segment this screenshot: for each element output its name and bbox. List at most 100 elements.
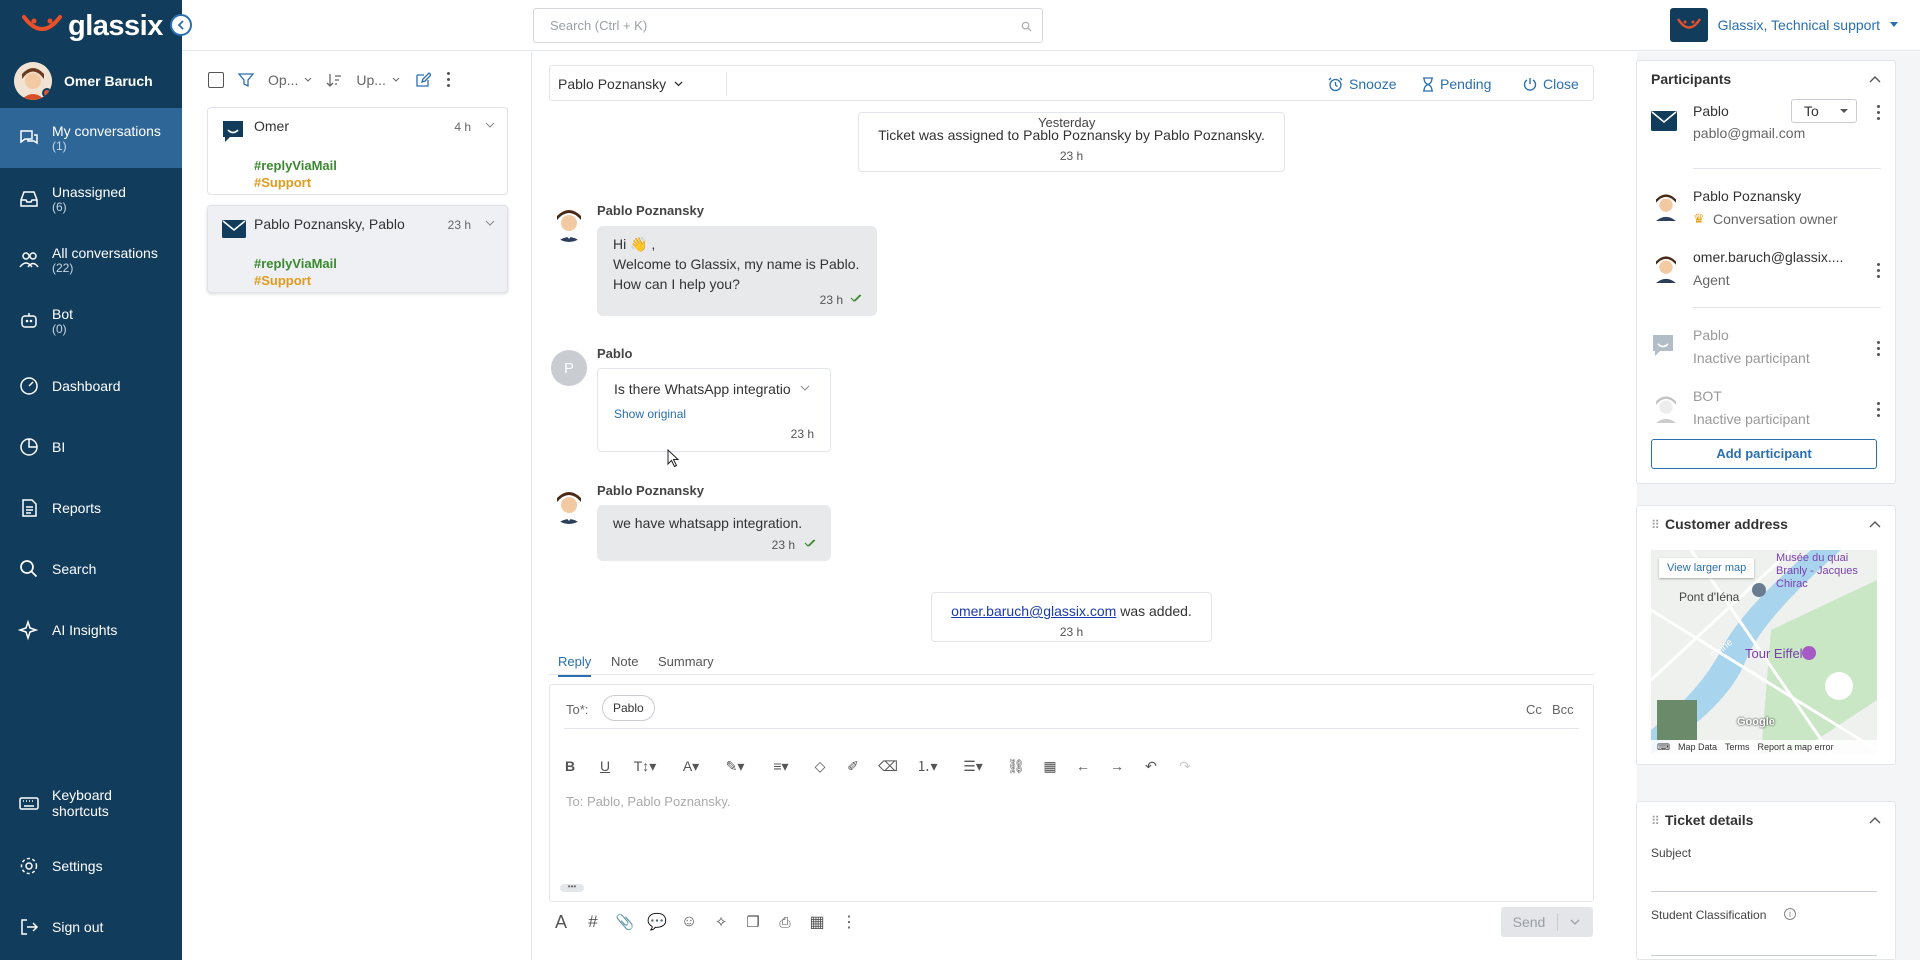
align-icon[interactable]: ≡▾ [766,756,796,776]
show-original-link[interactable]: Show original [614,407,686,421]
current-user[interactable]: Omer Baruch [14,62,153,100]
hashtag-icon[interactable]: # [583,912,603,932]
tag-support[interactable]: #Support [254,273,311,288]
reply-editor[interactable]: To*: Pablo Cc Bcc To: Pablo, Pablo Pozna… [549,684,1594,902]
recipient-chip[interactable]: Pablo [602,695,655,721]
sidebar-item-my-conversations[interactable]: My conversations (1) [0,108,182,168]
glassix-logo-icon [1676,18,1701,29]
more-options-icon[interactable] [1877,341,1881,357]
conversation-card-pablo[interactable]: Pablo Poznansky, Pablo 23 h #replyViaMai… [207,205,508,293]
select-all-checkbox[interactable] [208,72,224,88]
customer-map[interactable]: View larger map Musée du quai Branly - J… [1651,550,1877,754]
fill-color-icon[interactable]: ◇ [810,756,830,776]
text-format-icon[interactable]: A [551,912,571,932]
sort-select[interactable]: Up... [356,72,400,88]
collapse-sidebar-button[interactable] [170,14,192,36]
font-size-icon[interactable]: T↕▾ [630,756,660,776]
more-options-icon[interactable]: ⋮ [839,912,859,932]
more-options-icon[interactable] [446,72,451,88]
pending-button[interactable]: Pending [1422,76,1491,92]
tab-note[interactable]: Note [611,654,638,669]
brand-name: glassix [68,9,163,42]
map-footer: ⌨ Map Data Terms Report a map error [1651,740,1877,754]
copy-icon[interactable]: ❐ [743,912,763,932]
map-data-link[interactable]: Map Data [1678,742,1717,752]
magic-wand-icon[interactable]: ✧ [711,912,731,932]
recipient-type-select[interactable]: To [1791,99,1857,123]
sidebar-item-ai-insights[interactable]: AI Insights [0,600,182,660]
glassix-logo[interactable]: glassix [20,8,163,44]
bold-icon[interactable]: B [560,756,580,776]
tag-reply-via-mail[interactable]: #replyViaMail [254,256,337,271]
close-button[interactable]: Close [1523,76,1579,92]
sort-icon[interactable] [326,72,342,88]
map-report-link[interactable]: Report a map error [1758,742,1834,752]
more-options-icon[interactable] [1877,402,1881,418]
compose-icon[interactable] [414,71,431,89]
subject-input[interactable] [1651,866,1877,892]
font-color-icon[interactable]: A▾ [678,756,704,776]
sidebar-item-bi[interactable]: BI [0,417,182,477]
cc-button[interactable]: Cc [1526,702,1542,717]
link-icon[interactable]: ⛓ [1006,756,1026,776]
indent-icon[interactable]: → [1107,756,1127,776]
classification-input[interactable] [1651,930,1877,956]
add-participant-button[interactable]: Add participant [1651,439,1877,469]
highlight-icon[interactable]: ✎▾ [720,756,750,776]
sidebar-item-all-conversations[interactable]: All conversations (22) [0,230,182,290]
status-filter-select[interactable]: Op... [268,72,312,88]
sidebar-item-settings[interactable]: Settings [0,836,182,896]
more-options-icon[interactable] [1877,105,1881,121]
sidebar-item-keyboard-shortcuts[interactable]: Keyboard shortcuts [0,774,182,832]
send-button[interactable]: Send [1501,907,1593,937]
more-options-icon[interactable] [1877,263,1881,279]
undo-icon[interactable]: ↶ [1141,756,1161,776]
attachment-icon[interactable]: 📎 [615,912,635,932]
to-label: To*: [566,702,589,717]
chevron-down-icon[interactable] [1570,919,1580,926]
map-terms-link[interactable]: Terms [1725,742,1750,752]
snooze-button[interactable]: Snooze [1328,76,1396,92]
participant-email-link[interactable]: omer.baruch@glassix.com [951,603,1116,619]
tab-summary[interactable]: Summary [658,654,714,669]
chevron-up-icon[interactable] [1869,816,1881,824]
tag-reply-via-mail[interactable]: #replyViaMail [254,158,337,173]
chevron-down-icon[interactable] [800,385,810,392]
table-icon[interactable]: ▦ [1040,756,1060,776]
conversation-card-omer[interactable]: Omer 4 h #replyViaMail #Support [207,107,508,195]
chevron-up-icon[interactable] [1869,520,1881,528]
eraser-icon[interactable]: ⌫ [878,756,898,776]
chevron-up-icon[interactable] [1869,75,1881,83]
bullet-list-icon[interactable]: ☰▾ [958,756,988,776]
search-input[interactable]: Search (Ctrl + K) [533,8,1043,43]
emoji-icon[interactable]: ☺ [679,912,699,932]
caret-down-icon [1890,22,1898,27]
sidebar-item-bot[interactable]: Bot (0) [0,291,182,351]
canned-reply-icon[interactable]: 💬 [647,912,667,932]
chevron-down-icon[interactable] [485,220,495,227]
account-menu[interactable]: Glassix, Technical support [1669,8,1898,42]
info-icon[interactable]: i [1784,908,1796,920]
redo-icon[interactable]: ↷ [1175,756,1195,776]
expand-quote-icon[interactable]: ••• [560,883,584,892]
ordered-list-icon[interactable]: ⒈▾ [912,756,942,776]
pdf-icon[interactable]: ⎙ [775,912,795,932]
sidebar-item-dashboard[interactable]: Dashboard [0,356,182,416]
sidebar-item-reports[interactable]: Reports [0,478,182,538]
filter-icon[interactable] [238,72,254,88]
outdent-icon[interactable]: ← [1073,756,1093,776]
chevron-down-icon[interactable] [485,122,495,129]
sidebar-item-sign-out[interactable]: Sign out [0,897,182,957]
drag-handle-icon[interactable]: ⠿ [1651,518,1660,532]
bcc-button[interactable]: Bcc [1552,702,1574,717]
drag-handle-icon[interactable]: ⠿ [1651,814,1660,828]
sidebar-item-search[interactable]: Search [0,539,182,599]
tag-support[interactable]: #Support [254,175,311,190]
sidebar-item-unassigned[interactable]: Unassigned (6) [0,169,182,229]
view-larger-map-link[interactable]: View larger map [1659,558,1755,578]
grid-icon[interactable]: ▦ [807,912,827,932]
underline-icon[interactable]: U [595,756,615,776]
mouse-cursor-icon [667,449,679,467]
brush-icon[interactable]: ✐ [843,756,863,776]
contact-select[interactable]: Pablo Poznansky [558,76,683,92]
